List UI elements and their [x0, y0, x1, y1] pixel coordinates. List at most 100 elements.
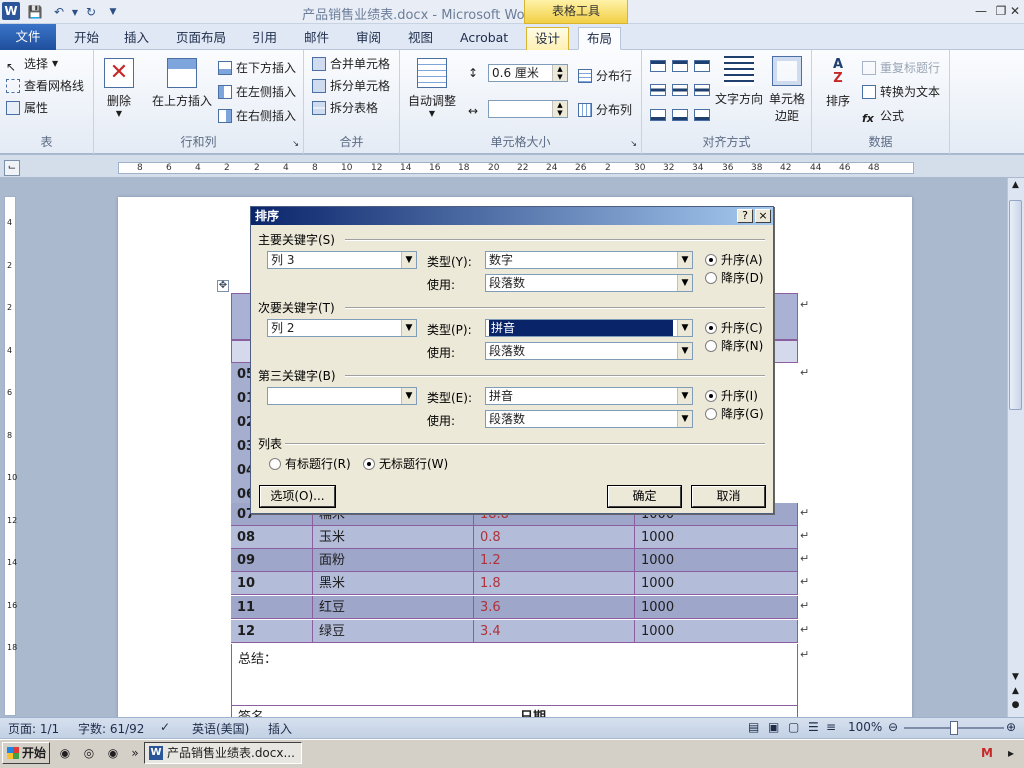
- language-indicator[interactable]: 英语(美国): [192, 720, 249, 737]
- close-button[interactable]: ×: [755, 209, 771, 223]
- split-cells-button[interactable]: 拆分单元格: [312, 76, 390, 96]
- web-layout-view-icon[interactable]: ▢: [788, 720, 799, 734]
- close-window-icon[interactable]: ✕: [1004, 2, 1024, 20]
- select-button[interactable]: ↖ 选择 ▼: [6, 54, 58, 74]
- secondary-ascending-radio[interactable]: 升序(C): [705, 319, 763, 336]
- table-move-handle-icon[interactable]: ✥: [217, 280, 229, 292]
- no-header-row-radio[interactable]: 无标题行(W): [363, 455, 448, 472]
- ok-button[interactable]: 确定: [607, 485, 682, 508]
- third-descending-radio[interactable]: 降序(G): [705, 405, 764, 422]
- table-row[interactable]: 08 玉米 0.8 1000: [231, 526, 798, 549]
- distribute-columns-button[interactable]: 分布列: [578, 100, 632, 120]
- tab-view[interactable]: 视图: [400, 27, 441, 50]
- tab-acrobat[interactable]: Acrobat: [452, 27, 516, 50]
- primary-descending-radio[interactable]: 降序(D): [705, 269, 764, 286]
- tab-selector-icon[interactable]: ⌙: [4, 160, 20, 176]
- align-middle-right-icon[interactable]: [694, 84, 710, 97]
- third-use-select[interactable]: 段落数 ▼: [485, 410, 693, 428]
- table-row[interactable]: 10 黑米 1.8 1000: [231, 572, 798, 595]
- quick-launch-browser-icon[interactable]: ◎: [80, 744, 98, 762]
- zoom-in-icon[interactable]: ⊕: [1006, 720, 1016, 734]
- align-bottom-center-icon[interactable]: [672, 108, 688, 121]
- insert-below-button[interactable]: 在下方插入: [218, 58, 296, 78]
- align-middle-left-icon[interactable]: [650, 84, 666, 97]
- third-ascending-radio[interactable]: 升序(I): [705, 387, 758, 404]
- align-top-left-icon[interactable]: [650, 60, 666, 72]
- zoom-level[interactable]: 100%: [848, 720, 882, 734]
- text-direction-button[interactable]: 文字方向: [714, 56, 764, 107]
- view-gridlines-button[interactable]: 查看网格线: [6, 76, 84, 96]
- options-button[interactable]: 选项(O)...: [259, 485, 336, 508]
- full-screen-view-icon[interactable]: ▣: [768, 720, 779, 734]
- third-column-select[interactable]: ▼: [267, 387, 417, 405]
- primary-column-select[interactable]: 列 3 ▼: [267, 251, 417, 269]
- tab-home[interactable]: 开始: [66, 27, 107, 50]
- delete-button[interactable]: ✕ 删除 ▼: [102, 58, 136, 118]
- word-count[interactable]: 字数: 61/92: [78, 720, 144, 737]
- quick-launch-app-icon[interactable]: ◉: [104, 744, 122, 762]
- autofit-button[interactable]: 自动调整 ▼: [404, 58, 460, 118]
- tab-design[interactable]: 设计: [526, 27, 570, 50]
- quick-launch-ie-icon[interactable]: ◉: [56, 744, 74, 762]
- split-table-button[interactable]: 拆分表格: [312, 98, 378, 118]
- align-top-right-icon[interactable]: [694, 60, 710, 72]
- vertical-ruler[interactable]: 4 2 2 4 6 8 10 12 14 16 18: [4, 196, 17, 716]
- tray-arrow-icon[interactable]: ▸: [1002, 744, 1020, 762]
- print-layout-view-icon[interactable]: ▤: [748, 720, 759, 734]
- merge-cells-button[interactable]: 合并单元格: [312, 54, 390, 74]
- align-bottom-right-icon[interactable]: [694, 108, 710, 121]
- tab-page-layout[interactable]: 页面布局: [168, 27, 234, 50]
- table-row[interactable]: 09 面粉 1.2 1000: [231, 549, 798, 572]
- chevron-down-icon[interactable]: ▼: [677, 343, 692, 359]
- zoom-out-icon[interactable]: ⊖: [888, 720, 898, 734]
- quick-launch-more-icon[interactable]: »: [126, 744, 144, 762]
- secondary-type-select[interactable]: 拼音 ▼: [485, 319, 693, 337]
- scroll-down-icon[interactable]: ▼: [1009, 672, 1022, 682]
- sort-button[interactable]: AZ 排序: [820, 58, 856, 109]
- summary-cell[interactable]: 总结：: [231, 644, 798, 706]
- chevron-down-icon[interactable]: ▼: [677, 388, 692, 404]
- minimize-icon[interactable]: —: [970, 2, 992, 20]
- browse-object-icon[interactable]: ●: [1009, 700, 1022, 710]
- outline-view-icon[interactable]: ☰: [808, 720, 819, 734]
- chevron-down-icon[interactable]: ▼: [401, 252, 416, 268]
- primary-use-select[interactable]: 段落数 ▼: [485, 274, 693, 292]
- cancel-button[interactable]: 取消: [691, 485, 766, 508]
- scroll-up-icon[interactable]: ▲: [1009, 180, 1022, 190]
- primary-ascending-radio[interactable]: 升序(A): [705, 251, 763, 268]
- distribute-rows-button[interactable]: 分布行: [578, 66, 632, 86]
- tab-layout[interactable]: 布局: [578, 27, 622, 50]
- tab-references[interactable]: 引用: [244, 27, 285, 50]
- dialog-launcher-icon[interactable]: ↘: [630, 139, 637, 148]
- properties-button[interactable]: 属性: [6, 98, 48, 118]
- primary-type-select[interactable]: 数字 ▼: [485, 251, 693, 269]
- previous-page-icon[interactable]: ▲: [1009, 686, 1022, 696]
- column-width-input[interactable]: ▲ ▼: [488, 100, 568, 118]
- insert-right-button[interactable]: 在右侧插入: [218, 106, 296, 126]
- tab-mailings[interactable]: 邮件: [296, 27, 337, 50]
- spinner-icon[interactable]: ▲ ▼: [552, 65, 567, 81]
- convert-to-text-button[interactable]: 转换为文本: [862, 82, 940, 102]
- align-top-center-icon[interactable]: [672, 60, 688, 72]
- help-button[interactable]: ?: [737, 209, 753, 223]
- formula-button[interactable]: fx 公式: [862, 106, 904, 126]
- start-button[interactable]: 开始: [2, 742, 50, 764]
- chevron-down-icon[interactable]: ▼: [677, 252, 692, 268]
- secondary-column-select[interactable]: 列 2 ▼: [267, 319, 417, 337]
- tab-file[interactable]: 文件: [0, 24, 56, 50]
- tab-insert[interactable]: 插入: [116, 27, 157, 50]
- secondary-descending-radio[interactable]: 降序(N): [705, 337, 763, 354]
- taskbar-word-window[interactable]: W 产品销售业绩表.docx...: [144, 742, 302, 764]
- chevron-down-icon[interactable]: ▼: [401, 320, 416, 336]
- spinner-icon[interactable]: ▲ ▼: [552, 101, 567, 117]
- row-height-input[interactable]: 0.6 厘米 ▲ ▼: [488, 64, 568, 82]
- dialog-title-bar[interactable]: 排序: [251, 207, 773, 225]
- table-row[interactable]: 11 红豆 3.6 1000: [231, 596, 798, 619]
- align-middle-center-icon[interactable]: [672, 84, 688, 97]
- dialog-launcher-icon[interactable]: ↘: [292, 139, 299, 148]
- page-count[interactable]: 页面: 1/1: [8, 720, 59, 737]
- tab-review[interactable]: 审阅: [348, 27, 389, 50]
- tray-app-icon[interactable]: M: [978, 744, 996, 762]
- cell-margins-button[interactable]: 单元格 边距: [766, 56, 808, 124]
- insert-mode-indicator[interactable]: 插入: [268, 720, 292, 737]
